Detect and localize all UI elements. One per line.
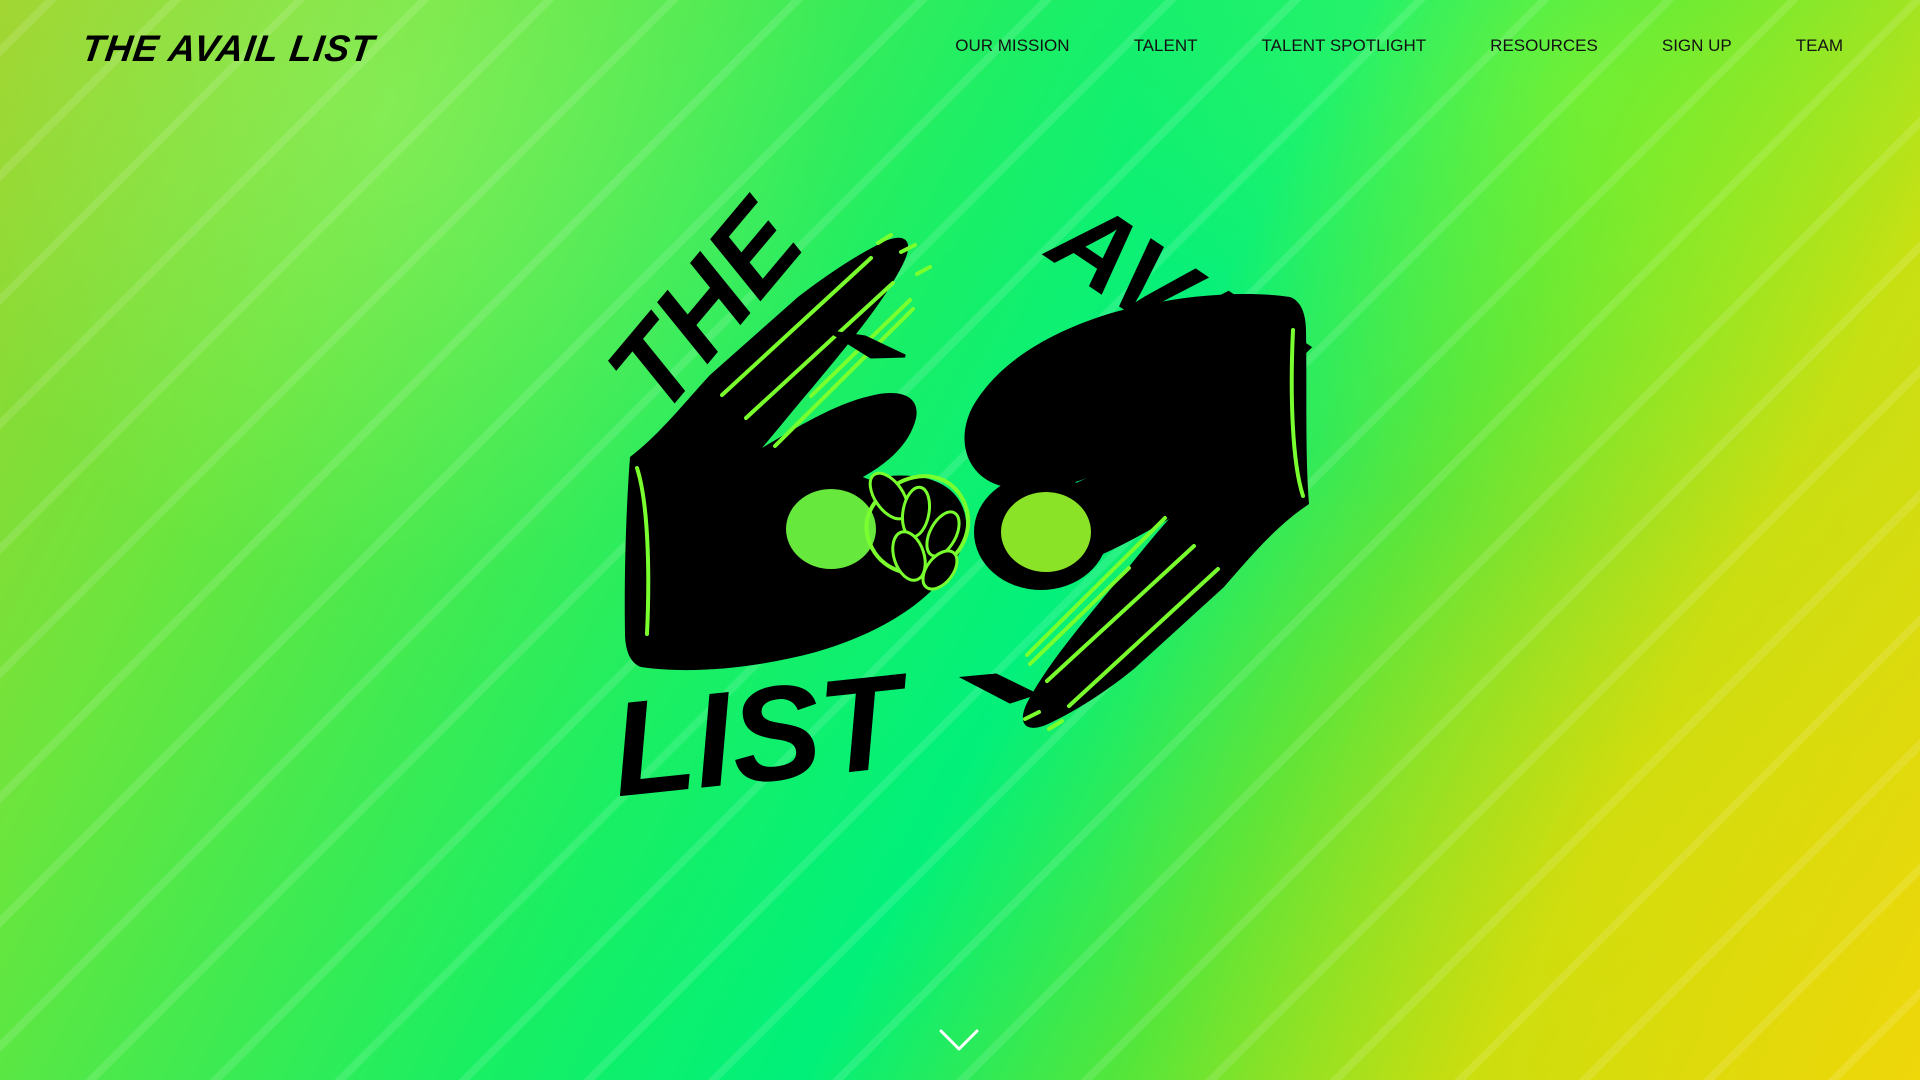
nav-talent[interactable]: TALENT [1134,37,1198,54]
logo-word-list: LIST [605,646,919,826]
right-loop-hole [1001,492,1091,572]
nav-talent-spotlight[interactable]: TALENT SPOTLIGHT [1261,37,1426,54]
chevron-down-icon [939,1029,979,1051]
main-nav: OUR MISSION TALENT TALENT SPOTLIGHT RESO… [955,37,1843,54]
avail-list-logo-svg: THE AVAIL LIST [583,173,1353,826]
nav-our-mission[interactable]: OUR MISSION [955,37,1069,54]
site-logo-text[interactable]: THE AVAIL LIST [79,28,377,70]
lower-cuff [958,673,1040,704]
left-loop-hole [786,489,876,569]
nav-resources[interactable]: RESOURCES [1490,37,1598,54]
hero-logo: THE AVAIL LIST [565,173,1375,882]
left-nail-3 [915,265,932,276]
nav-team[interactable]: TEAM [1796,37,1843,54]
nav-sign-up[interactable]: SIGN UP [1662,37,1732,54]
site-header: THE AVAIL LIST OUR MISSION TALENT TALENT… [0,0,1920,100]
scroll-down-button[interactable] [939,1029,979,1051]
